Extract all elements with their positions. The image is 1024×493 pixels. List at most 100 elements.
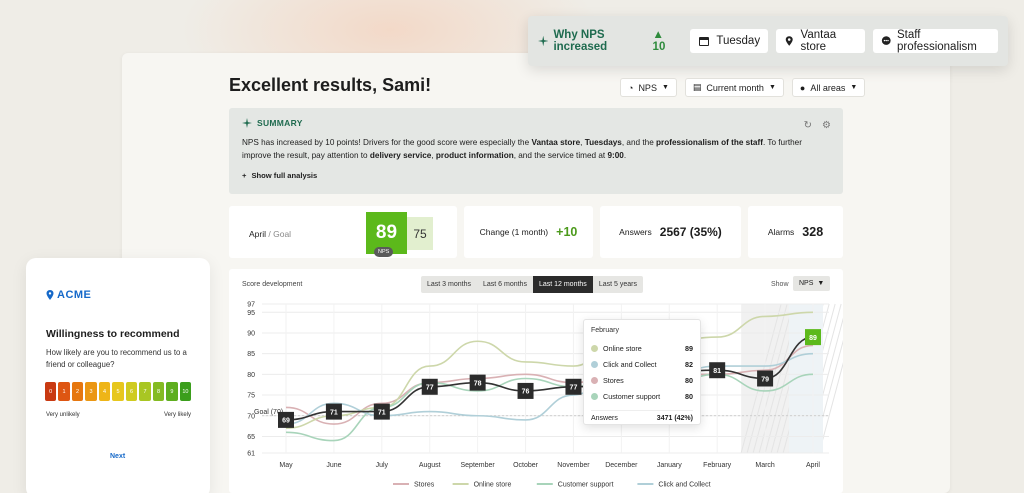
scale-option-2[interactable]: 2 bbox=[71, 382, 84, 401]
tooltip-series-value: 80 bbox=[685, 376, 693, 385]
y-tick-label: 85 bbox=[247, 351, 255, 358]
y-tick-label: 65 bbox=[247, 434, 255, 441]
sparkle-icon bbox=[242, 118, 252, 128]
nps-data-label: 77 bbox=[570, 385, 578, 392]
survey-question: How likely are you to recommend us to a … bbox=[46, 348, 187, 369]
nps-data-label: 81 bbox=[713, 368, 721, 375]
gauge-icon: ◔ bbox=[628, 82, 634, 93]
x-tick-label: April bbox=[806, 462, 820, 469]
x-tick-label: February bbox=[703, 462, 732, 469]
y-tick-label: 95 bbox=[247, 310, 255, 317]
period-filter-label: Current month bbox=[706, 82, 764, 93]
tooltip-answers-label: Answers bbox=[591, 415, 618, 422]
series-color-dot bbox=[591, 377, 598, 384]
x-tick-label: August bbox=[419, 462, 441, 469]
score-tag: NPS bbox=[374, 247, 394, 257]
area-filter-label: All areas bbox=[810, 82, 846, 93]
location-pin-icon: ● bbox=[799, 82, 806, 93]
metric-filter[interactable]: ◔ NPS ▼ bbox=[620, 78, 677, 97]
chart-tooltip: February Online store 89 Click and Colle… bbox=[583, 319, 701, 425]
x-tick-label: January bbox=[657, 462, 682, 469]
answers-value-text: 2567 (35%) bbox=[659, 225, 722, 239]
scale-high-label: Very likely bbox=[163, 412, 191, 418]
legend-label: Customer support bbox=[558, 482, 614, 489]
scale-option-0[interactable]: 0 bbox=[45, 382, 57, 401]
chip-day[interactable]: Tuesday bbox=[690, 29, 769, 53]
tooltip-row: Stores 80 bbox=[591, 376, 693, 385]
insight-label: Why NPS increased bbox=[553, 29, 608, 53]
x-tick-label: October bbox=[513, 462, 539, 469]
answers-card: Answers 2567 (35%) bbox=[600, 206, 741, 258]
chevron-down-icon: ▼ bbox=[768, 84, 776, 91]
summary-heading: SUMMARY bbox=[242, 118, 830, 128]
chip-store-label: Vantaa store bbox=[800, 29, 837, 53]
scale-option-10[interactable]: 10 bbox=[179, 382, 192, 401]
tooltip-series-name: Online store bbox=[603, 344, 642, 353]
plus-icon: + bbox=[242, 171, 247, 180]
score-goal-label: / Goal bbox=[268, 229, 292, 239]
x-tick-label: November bbox=[557, 462, 590, 469]
scale-option-9[interactable]: 9 bbox=[166, 382, 178, 401]
insight-bar: Why NPS increased ▲ 10 Tuesday Vantaa st… bbox=[528, 16, 1008, 66]
series-color-dot bbox=[591, 345, 598, 352]
page-title: Excellent results, Sami! bbox=[229, 75, 432, 95]
change-value: +10 bbox=[556, 225, 578, 239]
refresh-icon[interactable]: ↻ bbox=[804, 120, 812, 131]
filter-bar: ◔ NPS ▼ ▤ Current month ▼ ● All areas ▼ bbox=[620, 78, 866, 97]
y-tick-label: 75 bbox=[247, 393, 255, 400]
acme-logo: ACME bbox=[46, 289, 91, 301]
x-tick-label: September bbox=[461, 462, 496, 469]
chevron-down-icon: ▼ bbox=[661, 84, 669, 91]
answers-label: Answers bbox=[619, 227, 652, 237]
x-tick-label: December bbox=[605, 462, 638, 469]
scale-option-1[interactable]: 1 bbox=[58, 382, 70, 401]
show-full-analysis-link[interactable]: + Show full analysis bbox=[242, 171, 830, 180]
chip-day-label: Tuesday bbox=[716, 35, 761, 47]
nps-data-label: 76 bbox=[522, 389, 530, 396]
x-tick-label: March bbox=[755, 462, 775, 469]
gear-icon[interactable]: ⚙ bbox=[822, 120, 831, 131]
next-button[interactable]: Next bbox=[110, 453, 125, 460]
insight-summary[interactable]: Why NPS increased ▲ 10 bbox=[538, 29, 676, 53]
period-filter[interactable]: ▤ Current month ▼ bbox=[684, 78, 784, 97]
logo-text: ACME bbox=[57, 289, 92, 301]
y-tick-label: 80 bbox=[247, 372, 255, 379]
scale-option-8[interactable]: 8 bbox=[152, 382, 165, 401]
location-pin-icon bbox=[46, 290, 54, 300]
chip-topic[interactable]: Staff professionalism bbox=[872, 29, 999, 53]
survey-title: Willingness to recommend bbox=[46, 328, 180, 340]
series-line-online-store bbox=[285, 311, 814, 429]
scale-option-4[interactable]: 4 bbox=[98, 382, 111, 401]
x-tick-label: July bbox=[376, 462, 389, 469]
show-full-analysis-label: Show full analysis bbox=[251, 171, 318, 180]
y-tick-label: 90 bbox=[247, 330, 255, 337]
chip-store[interactable]: Vantaa store bbox=[776, 29, 865, 53]
tooltip-series-name: Stores bbox=[603, 376, 624, 385]
chevron-down-icon: ▼ bbox=[850, 84, 858, 91]
scale-option-6[interactable]: 6 bbox=[125, 382, 138, 401]
score-card-label: April / Goal bbox=[249, 229, 291, 239]
score-month: April bbox=[249, 229, 267, 239]
sparkle-icon bbox=[538, 35, 549, 47]
scale-low-label: Very unlikely bbox=[46, 412, 80, 418]
nps-data-label: 79 bbox=[761, 376, 769, 383]
x-tick-label: May bbox=[279, 462, 293, 469]
scale-labels: Very unlikely Very likely bbox=[46, 412, 191, 418]
scale-option-5[interactable]: 5 bbox=[112, 382, 124, 401]
area-filter[interactable]: ● All areas ▼ bbox=[791, 78, 866, 97]
series-color-dot bbox=[591, 393, 598, 400]
nps-data-label: 69 bbox=[282, 418, 290, 425]
location-pin-icon bbox=[785, 36, 793, 46]
insight-delta: ▲ 10 bbox=[652, 29, 666, 53]
tooltip-series-name: Customer support bbox=[603, 392, 661, 401]
chart-panel: Score development Last 3 months Last 6 m… bbox=[229, 269, 843, 493]
scale-option-7[interactable]: 7 bbox=[139, 382, 151, 401]
x-tick-label: June bbox=[326, 462, 341, 469]
chip-topic-label: Staff professionalism bbox=[896, 29, 977, 53]
tooltip-series-value: 82 bbox=[685, 360, 693, 369]
summary-text: NPS has increased by 10 points! Drivers … bbox=[242, 138, 802, 160]
scale-option-3[interactable]: 3 bbox=[85, 382, 97, 401]
goal-value: 75 bbox=[407, 217, 433, 250]
nps-data-label: 89 bbox=[809, 335, 817, 342]
chat-bubble-icon bbox=[881, 36, 891, 45]
